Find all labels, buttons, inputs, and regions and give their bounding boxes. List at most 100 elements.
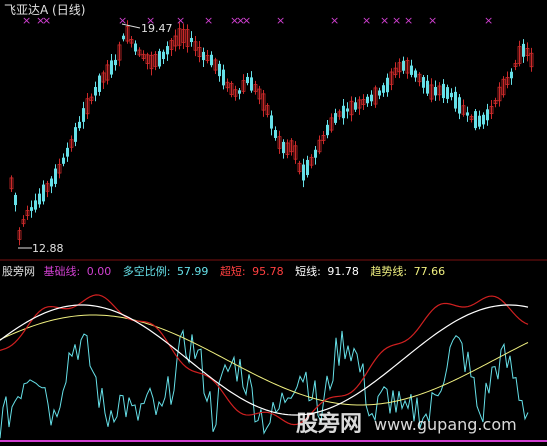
trend-line xyxy=(0,314,529,406)
candle-body xyxy=(54,168,57,184)
candle-body xyxy=(162,51,165,60)
legend-base-value: 0.00 xyxy=(87,265,112,278)
candle-body xyxy=(386,77,389,93)
legend-base-label: 基础线: xyxy=(44,264,81,278)
candle-body xyxy=(38,193,41,205)
candle-body xyxy=(30,207,33,211)
candle-body xyxy=(410,65,413,75)
candle-body xyxy=(34,200,37,210)
signal-marker: × xyxy=(392,14,401,27)
watermark-cn: 股旁网 xyxy=(296,411,362,437)
candle-body xyxy=(238,90,241,94)
candlesticks xyxy=(9,20,534,246)
candle-body xyxy=(246,76,249,84)
candle-body xyxy=(326,124,329,136)
legend-trend-label: 趋势线: xyxy=(370,264,407,278)
candle-body xyxy=(94,86,97,96)
signal-marker: × xyxy=(22,14,31,27)
high-annotation: 19.47 xyxy=(121,22,173,35)
signal-marker: × xyxy=(380,14,389,27)
candle-body xyxy=(302,164,305,181)
candle-body xyxy=(482,114,485,125)
signal-marker: × xyxy=(428,14,437,27)
candle-body xyxy=(446,87,449,99)
chart-canvas: 飞亚达A (日线) × ×× × × × × ××× × × × × × × × × 19.47 12.88… xyxy=(0,3,547,442)
candle-body xyxy=(134,43,137,52)
candle-body xyxy=(42,184,45,202)
candle-body xyxy=(274,130,277,138)
signal-marker: × xyxy=(362,14,371,27)
signal-marker: × xyxy=(330,14,339,27)
watermark-url: www.gupang.com xyxy=(374,415,517,434)
watermark: 股旁网 www.gupang.com xyxy=(296,411,517,437)
candle-body xyxy=(378,90,381,96)
legend-short-value: 91.78 xyxy=(327,265,359,278)
signal-marker: × xyxy=(242,14,251,27)
candle-body xyxy=(466,112,469,116)
candle-body xyxy=(354,102,357,110)
candle-body xyxy=(342,105,345,119)
signal-marker: × xyxy=(484,14,493,27)
candle-body xyxy=(282,141,285,154)
candle-body xyxy=(114,59,117,66)
candle-body xyxy=(422,77,425,88)
candle-body xyxy=(122,35,125,40)
low-price-label: 12.88 xyxy=(32,242,64,255)
candle-body xyxy=(474,111,477,129)
candle-body xyxy=(442,83,445,99)
signal-marker: × xyxy=(276,14,285,27)
candle-body xyxy=(202,51,205,61)
candle-body xyxy=(434,86,437,96)
legend-short-label: 短线: xyxy=(295,264,321,278)
legend-trend-value: 77.66 xyxy=(414,265,446,278)
signal-marker: × xyxy=(404,14,413,27)
signal-markers: × ×× × × × × ××× × × × × × × × × xyxy=(22,14,493,27)
candle-body xyxy=(306,159,309,176)
candle-body xyxy=(366,96,369,104)
candle-body xyxy=(414,70,417,78)
legend-supershort-label: 超短: xyxy=(220,264,246,278)
candle-body xyxy=(270,115,273,129)
candle-body xyxy=(382,85,385,93)
legend-ratio-value: 57.99 xyxy=(177,265,209,278)
candle-body xyxy=(454,91,457,109)
super-short-line xyxy=(0,294,529,426)
signal-marker: × xyxy=(204,14,213,27)
low-annotation: 12.88 xyxy=(18,242,64,255)
candle-body xyxy=(74,127,77,142)
candle-body xyxy=(218,63,221,77)
candle-body xyxy=(458,97,461,114)
candle-body xyxy=(450,92,453,98)
candle-body xyxy=(110,60,113,75)
indicator-legend: 股旁网 基础线: 0.00 多空比例: 57.99 超短: 95.78 短线: … xyxy=(2,264,445,278)
candle-body xyxy=(66,147,69,157)
candle-body xyxy=(62,157,65,164)
signal-marker: × xyxy=(42,14,51,27)
candle-body xyxy=(78,121,81,129)
candle-body xyxy=(370,94,373,102)
candle-body xyxy=(166,46,169,55)
candle-body xyxy=(222,69,225,86)
candle-body xyxy=(426,80,429,94)
candle-body xyxy=(98,75,101,92)
candle-body xyxy=(50,178,53,187)
candle-body xyxy=(486,109,489,121)
candle-body xyxy=(346,108,349,112)
candle-body xyxy=(250,77,253,91)
candle-body xyxy=(190,37,193,43)
candle-body xyxy=(510,71,513,79)
candle-body xyxy=(522,43,525,57)
price-panel: 飞亚达A (日线) × ×× × × × × ××× × × × × × × × × 19.47 12.88 xyxy=(4,3,534,255)
candle-body xyxy=(158,51,161,67)
candle-body xyxy=(314,149,317,158)
candle-body xyxy=(478,115,481,127)
candle-body xyxy=(82,108,85,122)
legend-ratio-label: 多空比例: xyxy=(123,264,171,278)
candle-body xyxy=(402,60,405,71)
candle-body xyxy=(334,113,337,123)
high-price-label: 19.47 xyxy=(141,22,173,35)
short-line xyxy=(0,304,529,416)
candle-body xyxy=(14,194,17,206)
candle-body xyxy=(210,54,213,66)
legend-source: 股旁网 xyxy=(2,264,35,278)
